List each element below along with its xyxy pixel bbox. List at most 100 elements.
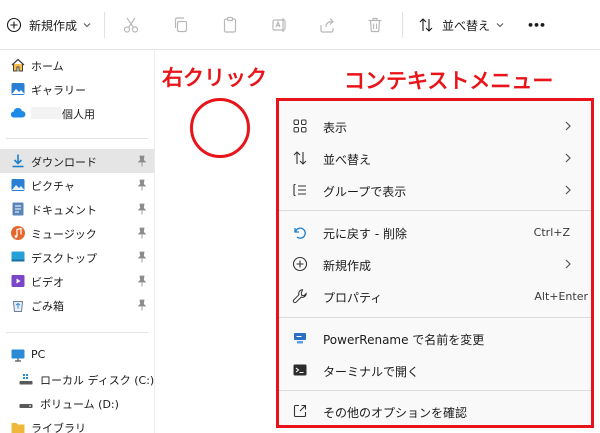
menu-item-properties-label: プロパティ [323,291,383,305]
nav-videos-label: ビデオ [31,276,64,289]
menu-item-new[interactable]: 新規作成 [282,249,588,279]
cut-button[interactable] [122,0,140,50]
nav-library[interactable]: ライブラリ [0,415,154,433]
menu-item-sort[interactable]: 並べ替え [282,143,588,173]
pin-icon [137,227,147,239]
drive-icon [19,404,33,408]
nav-volume-d-label: ボリューム (D:) [40,398,119,411]
nav-onedrive-label: 個人用 [62,108,95,121]
new-button[interactable]: 新規作成 [6,0,92,50]
rename-button[interactable] [271,0,289,50]
copy-icon [174,17,188,33]
chevron-down-icon [496,23,504,28]
nav-desktop[interactable]: デスクトップ [0,245,154,269]
nav-onedrive[interactable]: 個人用 [0,101,154,125]
menu-item-view-label: 表示 [323,121,348,135]
sort-button[interactable]: 並べ替え [418,0,505,50]
nav-home[interactable]: ホーム [0,53,154,77]
nav-gallery[interactable]: ギャラリー [0,77,154,101]
clipboard-icon [223,16,237,33]
toolbar-divider [104,12,105,38]
menu-item-powerrename[interactable]: PowerRename で名前を変更 [282,323,588,353]
nav-library-label: ライブラリ [31,422,86,433]
nav-gallery-label: ギャラリー [31,84,86,97]
more-options-button[interactable]: ••• [527,0,546,50]
nav-documents[interactable]: ドキュメント [0,197,154,221]
menu-item-new-label: 新規作成 [323,259,372,273]
paste-button[interactable] [221,0,239,50]
nav-music[interactable]: ミュージック [0,221,154,245]
chevron-right-icon [565,259,571,269]
menu-divider [279,390,591,391]
group-list-icon [293,183,306,197]
pin-icon [137,275,147,287]
nav-pc-label: PC [31,348,46,361]
drive-icon [19,374,33,385]
undo-icon [294,227,306,239]
chevron-right-icon [565,121,571,131]
home-icon [11,58,25,72]
new-button-label: 新規作成 [29,18,78,33]
nav-pc[interactable]: PC [0,343,154,367]
sidebar-divider [6,332,148,333]
file-explorer-window: 新規作成 並べ替え ••• ホーム ギャラリー 個人用 ダウンロード ピクチャ … [0,0,600,433]
nav-pictures[interactable]: ピクチャ [0,173,154,197]
gallery-icon [11,83,25,95]
menu-item-powerrename-label: PowerRename で名前を変更 [323,333,485,347]
share-button[interactable] [318,0,336,50]
wrench-icon [292,289,307,304]
chevron-right-icon [565,185,571,195]
menu-item-terminal[interactable]: ターミナルで開く [282,355,588,385]
menu-item-group[interactable]: グループで表示 [282,175,588,205]
sort-button-label: 並べ替え [442,18,491,33]
rename-icon [272,18,286,32]
plus-circle-icon [292,256,308,272]
chevron-down-icon [83,23,91,28]
recycle-bin-icon [12,301,24,312]
nav-pictures-label: ピクチャ [31,180,75,193]
right-click-annotation: 右クリック [162,66,267,90]
powerrename-icon [294,333,306,344]
menu-item-properties[interactable]: プロパティ Alt+Enter [282,281,588,311]
sidebar-divider [6,138,148,139]
music-icon [11,226,25,240]
cloud-icon [10,108,26,118]
grid-view-icon [293,119,307,133]
nav-recycle-bin[interactable]: ごみ箱 [0,293,154,317]
menu-item-group-label: グループで表示 [323,185,407,199]
nav-videos[interactable]: ビデオ [0,269,154,293]
pin-icon [137,179,147,191]
desktop-icon [11,251,25,262]
nav-downloads-label: ダウンロード [31,156,97,169]
context-menu-annotation: コンテキストメニュー [344,69,554,93]
click-position-marker [190,98,250,158]
menu-item-more-options[interactable]: その他のオプションを確認 [282,396,588,426]
video-icon [11,275,25,287]
delete-button[interactable] [366,0,384,50]
scissors-icon [123,17,139,33]
nav-desktop-label: デスクトップ [31,252,97,265]
menu-item-undo[interactable]: 元に戻す - 削除 Ctrl+Z [282,217,588,247]
sort-arrows-icon [419,18,433,32]
menu-item-undo-label: 元に戻す - 削除 [323,227,407,241]
more-options-label: ••• [527,18,546,32]
chevron-right-icon [565,153,571,163]
toolbar-divider [402,12,403,38]
nav-local-disk-label: ローカル ディスク (C:) [40,374,155,387]
open-external-icon [293,404,307,418]
menu-divider [279,317,591,318]
menu-item-more-options-label: その他のオプションを確認 [323,406,468,420]
nav-volume-d[interactable]: ボリューム (D:) [0,391,154,415]
command-bar: 新規作成 並べ替え ••• [0,0,600,50]
nav-downloads[interactable]: ダウンロード [0,149,154,173]
library-folder-icon [11,423,25,433]
menu-divider [279,210,591,211]
plus-circle-icon [6,17,22,33]
copy-button[interactable] [172,0,190,50]
nav-local-disk[interactable]: ローカル ディスク (C:) [0,367,154,391]
properties-shortcut: Alt+Enter [534,290,588,303]
menu-item-view[interactable]: 表示 [282,111,588,141]
nav-recycle-bin-label: ごみ箱 [31,300,64,313]
undo-shortcut: Ctrl+Z [533,226,570,239]
nav-music-label: ミュージック [31,228,97,241]
